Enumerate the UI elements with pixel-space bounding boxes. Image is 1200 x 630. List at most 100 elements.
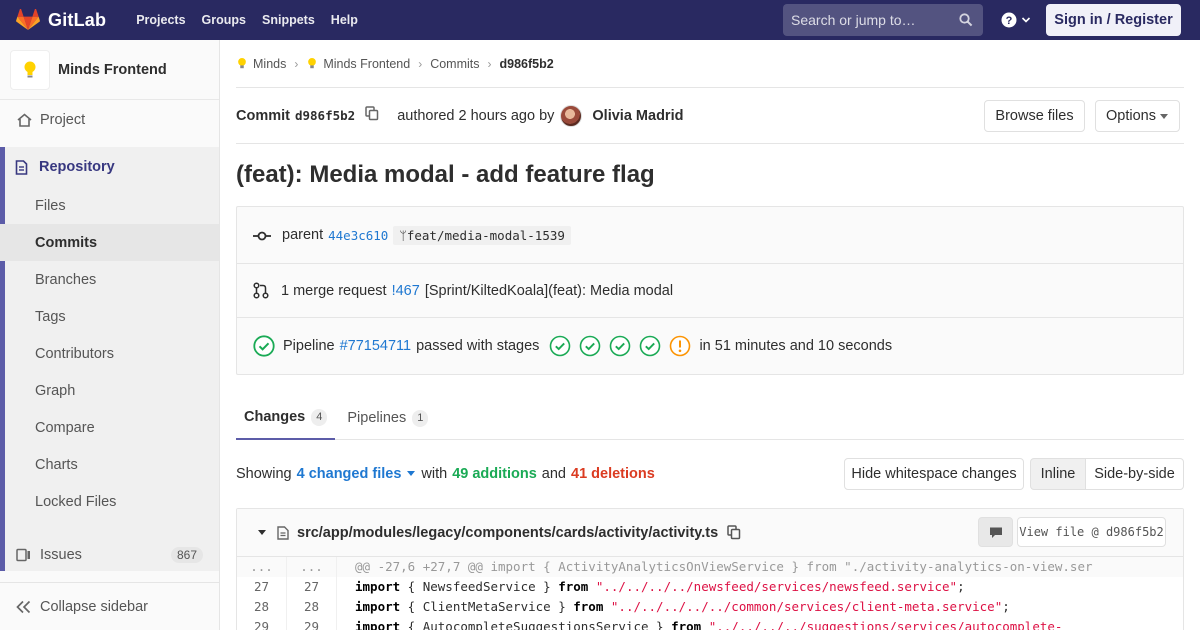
hide-whitespace-button[interactable]: Hide whitespace changes bbox=[844, 458, 1024, 490]
diff-file: src/app/modules/legacy/components/cards/… bbox=[236, 508, 1184, 630]
sidebar-subitem-charts[interactable]: Charts bbox=[0, 446, 219, 483]
view-file-button[interactable]: View file @ d986f5b2 bbox=[1017, 517, 1166, 547]
main-content: Minds › Minds Frontend › Commits › d986f… bbox=[236, 40, 1184, 630]
breadcrumb: Minds › Minds Frontend › Commits › d986f… bbox=[236, 40, 1184, 88]
sidebar-item-label: Project bbox=[40, 111, 86, 128]
stage-passed-icon[interactable] bbox=[609, 335, 631, 357]
tab-label: Changes bbox=[244, 409, 306, 425]
sidebar-subitem-contributors[interactable]: Contributors bbox=[0, 335, 219, 372]
collapse-sidebar-button[interactable]: Collapse sidebar bbox=[0, 582, 219, 630]
project-header[interactable]: Minds Frontend bbox=[0, 40, 219, 100]
chevron-right-icon: › bbox=[487, 56, 492, 71]
svg-text:?: ? bbox=[1006, 15, 1013, 27]
diff-hunk-header: ... ... @@ -27,6 +27,7 @@ import { Activ… bbox=[237, 557, 1183, 577]
sign-in-button[interactable]: Sign in / Register bbox=[1046, 4, 1181, 36]
comment-icon bbox=[989, 527, 1002, 538]
gitlab-logo[interactable]: GitLab bbox=[16, 0, 106, 40]
nav-help[interactable]: Help bbox=[323, 0, 366, 40]
hunk-text: @@ -27,6 +27,7 @@ import { ActivityAnaly… bbox=[337, 557, 1183, 577]
pipeline-stages bbox=[549, 335, 699, 357]
caret-down-icon[interactable] bbox=[257, 529, 267, 536]
breadcrumb-item[interactable]: Commits › bbox=[430, 57, 499, 71]
sidebar-item-project[interactable]: Project bbox=[0, 101, 219, 138]
parent-label: parent bbox=[282, 227, 324, 243]
merge-request-link[interactable]: !467 bbox=[392, 283, 420, 299]
sidebar-subitem-locked-files[interactable]: Locked Files bbox=[0, 483, 219, 520]
branch-icon: ᛘ bbox=[399, 227, 407, 243]
sidebar-item-label: Issues bbox=[40, 546, 82, 563]
issues-icon bbox=[16, 548, 32, 562]
tab-count-badge: 4 bbox=[311, 408, 328, 426]
old-line-number[interactable]: 29 bbox=[237, 617, 287, 630]
tab-changes[interactable]: Changes 4 bbox=[236, 396, 336, 440]
nav-snippets[interactable]: Snippets bbox=[254, 0, 323, 40]
pipeline-link[interactable]: #77154711 bbox=[340, 338, 412, 354]
string-literal: "../../../../suggestions/services/autoco… bbox=[708, 619, 1063, 630]
old-line-number[interactable]: 28 bbox=[237, 597, 287, 617]
browse-files-button[interactable]: Browse files bbox=[984, 100, 1085, 132]
help-dropdown[interactable]: ? bbox=[1001, 12, 1031, 28]
double-chevron-left-icon bbox=[16, 600, 31, 613]
sidebar-subitem-tags[interactable]: Tags bbox=[0, 298, 219, 335]
stage-passed-icon[interactable] bbox=[639, 335, 661, 357]
branch-name: feat/media-modal-1539 bbox=[406, 227, 565, 243]
search-input[interactable]: Search or jump to… bbox=[783, 4, 983, 36]
inline-view-button[interactable]: Inline bbox=[1030, 458, 1086, 490]
keyword: import bbox=[355, 579, 401, 594]
side-by-side-view-button[interactable]: Side-by-side bbox=[1085, 458, 1184, 490]
author-name[interactable]: Olivia Madrid bbox=[592, 108, 683, 124]
new-line-number[interactable]: 29 bbox=[287, 617, 337, 630]
sidebar-item-repository[interactable]: Repository bbox=[5, 147, 219, 187]
tab-count-badge: 1 bbox=[412, 409, 429, 427]
old-line-number[interactable]: 27 bbox=[237, 577, 287, 597]
copy-icon[interactable] bbox=[727, 525, 741, 540]
tab-pipelines[interactable]: Pipelines 1 bbox=[339, 396, 436, 440]
stage-warning-icon[interactable] bbox=[669, 335, 691, 357]
breadcrumb-item[interactable]: Minds › bbox=[236, 57, 306, 71]
comment-toggle-button[interactable] bbox=[978, 517, 1013, 547]
nav-projects[interactable]: Projects bbox=[128, 0, 193, 40]
breadcrumb-current[interactable]: d986f5b2 bbox=[500, 57, 554, 71]
commit-title: (feat): Media modal - add feature flag bbox=[236, 161, 655, 188]
merge-request-icon bbox=[253, 282, 269, 299]
document-icon bbox=[15, 159, 31, 175]
file-path[interactable]: src/app/modules/legacy/components/cards/… bbox=[297, 525, 718, 541]
new-line-number[interactable]: 27 bbox=[287, 577, 337, 597]
code-text: { NewsfeedService } bbox=[400, 579, 559, 594]
project-name: Minds Frontend bbox=[58, 61, 167, 78]
commit-sha: d986f5b2 bbox=[294, 108, 356, 123]
commit-icon bbox=[253, 231, 271, 241]
string-literal: "../../../../../common/services/client-m… bbox=[610, 599, 1003, 614]
tab-label: Pipelines bbox=[347, 410, 407, 426]
sidebar-subitem-files[interactable]: Files bbox=[0, 187, 219, 224]
keyword: import bbox=[355, 619, 401, 630]
commit-label: Commit bbox=[236, 107, 290, 124]
new-line-number[interactable]: 28 bbox=[287, 597, 337, 617]
old-line-number: ... bbox=[237, 557, 287, 577]
stage-passed-icon[interactable] bbox=[579, 335, 601, 357]
copy-icon[interactable] bbox=[365, 106, 379, 125]
authored-text: authored 2 hours ago by bbox=[397, 107, 555, 124]
sidebar-item-issues[interactable]: Issues 867 bbox=[0, 536, 219, 573]
parent-sha-link[interactable]: 44e3c610 bbox=[328, 228, 388, 243]
breadcrumb-label: Commits bbox=[430, 56, 480, 71]
breadcrumb-label: Minds bbox=[253, 56, 287, 71]
breadcrumb-item[interactable]: Minds Frontend › bbox=[306, 57, 430, 71]
nav-groups[interactable]: Groups bbox=[194, 0, 254, 40]
sidebar-subitem-branches[interactable]: Branches bbox=[0, 261, 219, 298]
options-dropdown[interactable]: Options bbox=[1095, 100, 1180, 132]
sidebar-subitem-graph[interactable]: Graph bbox=[0, 372, 219, 409]
changed-files-dropdown[interactable]: 4 changed files bbox=[297, 466, 417, 482]
diff-lines: 27 27 import { NewsfeedService } from "../… bbox=[237, 577, 1183, 630]
branch-ref[interactable]: ᛘfeat/media-modal-1539 bbox=[393, 225, 571, 245]
lightbulb-icon bbox=[308, 57, 317, 68]
code-line: import { AutocompleteSuggestionsService … bbox=[337, 617, 1183, 630]
sidebar-subitem-compare[interactable]: Compare bbox=[0, 409, 219, 446]
status-success-icon[interactable] bbox=[253, 335, 275, 357]
stage-passed-icon[interactable] bbox=[549, 335, 571, 357]
keyword: from bbox=[573, 599, 604, 614]
author-avatar[interactable] bbox=[560, 104, 583, 127]
sidebar-subitem-commits[interactable]: Commits bbox=[0, 224, 219, 261]
